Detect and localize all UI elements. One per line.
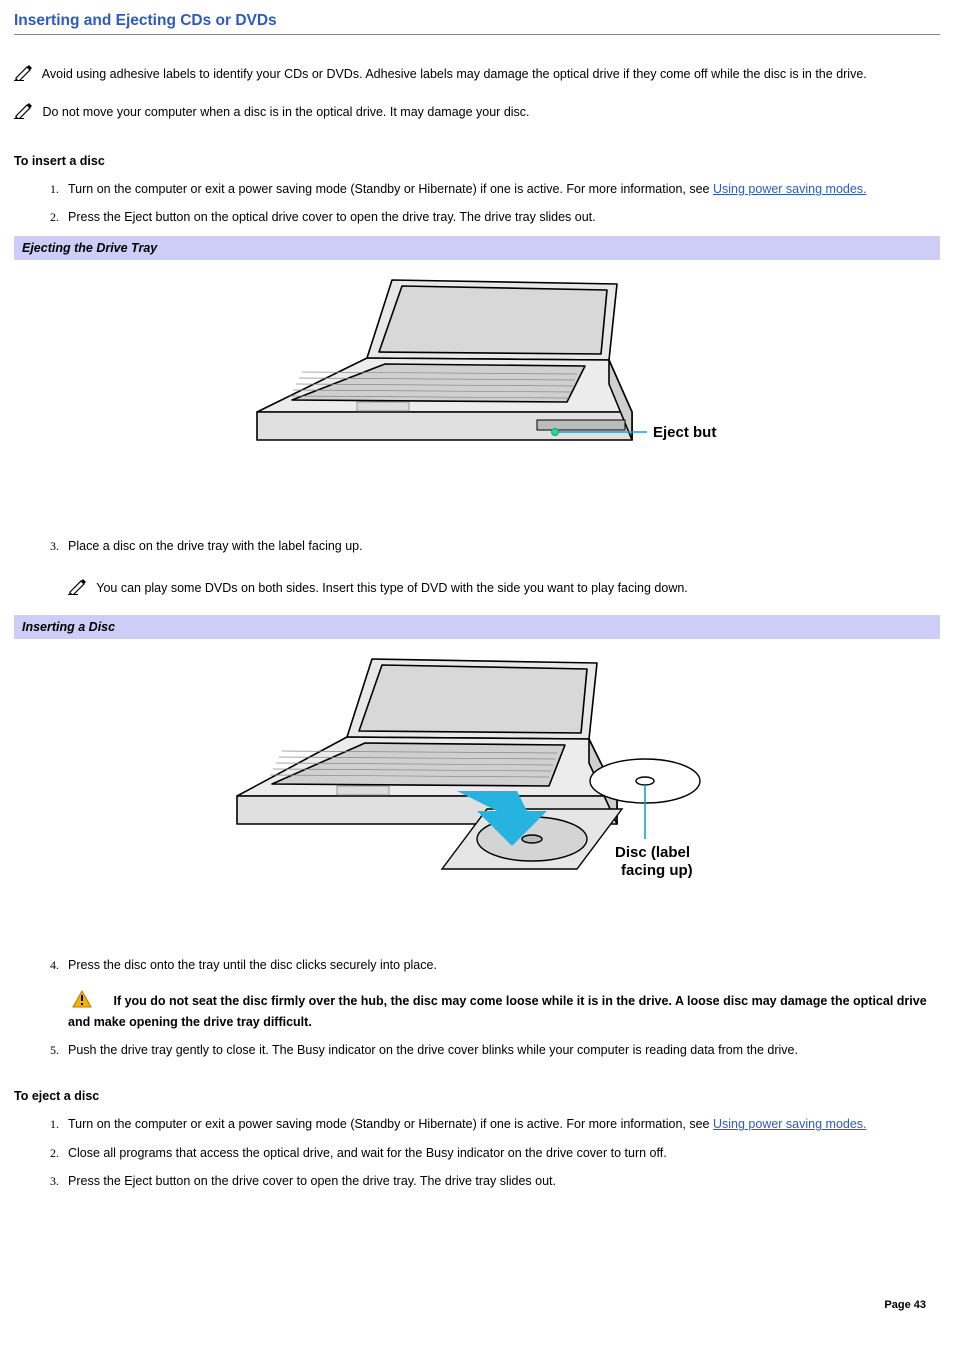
- list-item: Push the drive tray gently to close it. …: [62, 1041, 940, 1059]
- heading-eject: To eject a disc: [14, 1087, 940, 1105]
- list-item: Turn on the computer or exit a power sav…: [62, 180, 940, 198]
- pencil-note-icon: [68, 577, 90, 600]
- list-item: Press the Eject button on the optical dr…: [62, 208, 940, 226]
- panel-ejecting-tray: Ejecting the Drive Tray: [14, 236, 940, 260]
- figure-insert-disc: Disc (label facing up): [14, 639, 940, 946]
- list-item: Close all programs that access the optic…: [62, 1144, 940, 1162]
- list-item: Place a disc on the drive tray with the …: [62, 537, 940, 600]
- figure-eject-button: Eject button: [14, 260, 940, 527]
- page-title: Inserting and Ejecting CDs or DVDs: [14, 10, 940, 35]
- note-adhesive: Avoid using adhesive labels to identify …: [14, 63, 940, 86]
- step-text: Place a disc on the drive tray with the …: [68, 537, 940, 555]
- warning-text: If you do not seat the disc firmly over …: [68, 994, 927, 1029]
- page-number: Page 43: [884, 1298, 926, 1314]
- pencil-note-icon: [14, 63, 36, 86]
- pencil-note-icon: [14, 101, 36, 124]
- panel-inserting-disc: Inserting a Disc: [14, 615, 940, 639]
- eject-steps-list: Turn on the computer or exit a power sav…: [14, 1115, 940, 1189]
- note-text: Avoid using adhesive labels to identify …: [42, 67, 867, 81]
- eject-button-label: Eject button: [653, 424, 717, 441]
- insert-steps-list-cont: Place a disc on the drive tray with the …: [14, 537, 940, 600]
- disc-label-line2: facing up): [621, 862, 693, 879]
- step-text: Turn on the computer or exit a power sav…: [68, 182, 713, 196]
- step-text: Turn on the computer or exit a power sav…: [68, 1117, 713, 1131]
- insert-steps-list: Turn on the computer or exit a power sav…: [14, 180, 940, 226]
- list-item: Press the Eject button on the drive cove…: [62, 1172, 940, 1190]
- note-text: You can play some DVDs on both sides. In…: [96, 581, 688, 595]
- warning-icon: [72, 990, 92, 1013]
- step-text: Press the disc onto the tray until the d…: [68, 956, 940, 974]
- link-power-modes[interactable]: Using power saving modes.: [713, 1117, 867, 1131]
- warning-block: If you do not seat the disc firmly over …: [68, 990, 940, 1031]
- disc-label-line1: Disc (label: [615, 844, 690, 861]
- note-move: Do not move your computer when a disc is…: [14, 101, 940, 124]
- link-power-modes[interactable]: Using power saving modes.: [713, 182, 867, 196]
- heading-insert: To insert a disc: [14, 152, 940, 170]
- list-item: Press the disc onto the tray until the d…: [62, 956, 940, 1031]
- note-text: Do not move your computer when a disc is…: [42, 104, 529, 118]
- insert-steps-list-cont2: Press the disc onto the tray until the d…: [14, 956, 940, 1060]
- list-item: Turn on the computer or exit a power sav…: [62, 1115, 940, 1133]
